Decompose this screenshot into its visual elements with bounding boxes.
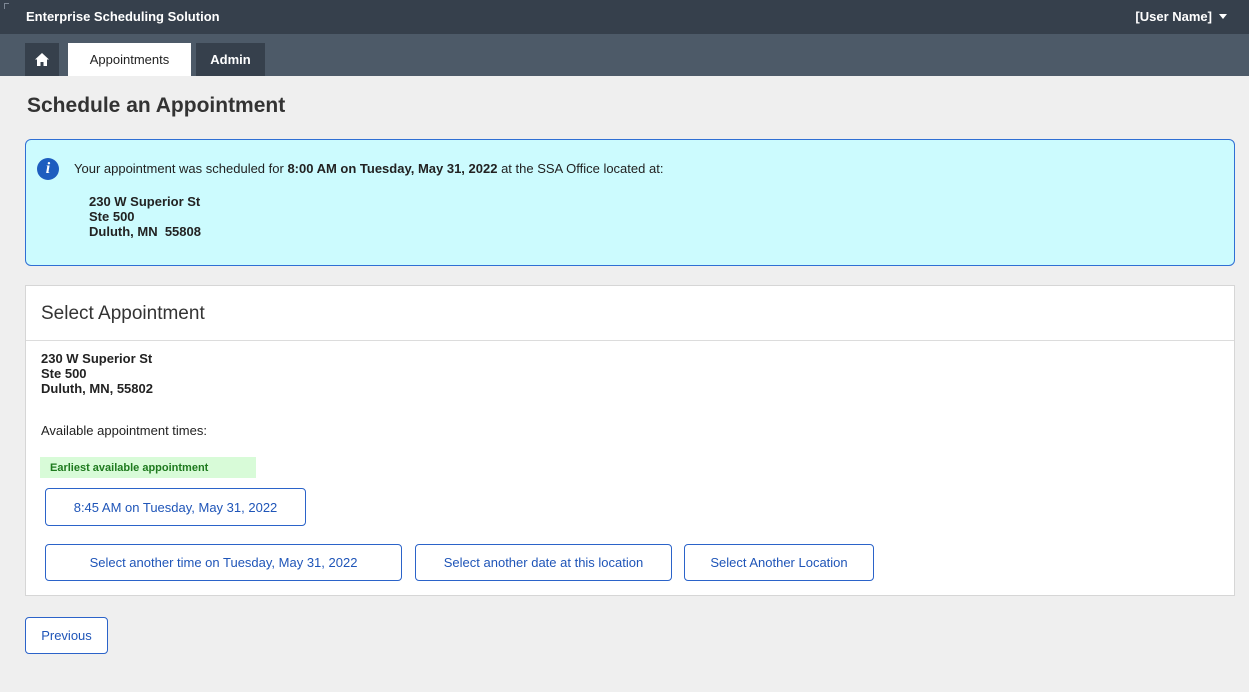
available-times-label: Available appointment times: [41,423,207,438]
alert-suffix: at the SSA Office located at: [497,161,664,176]
select-another-date-button[interactable]: Select another date at this location [415,544,672,581]
previous-button[interactable]: Previous [25,617,108,654]
nav-bar: Appointments Admin [0,34,1249,76]
office-address-line2: Ste 500 [41,366,87,381]
earliest-slot-button[interactable]: 8:45 AM on Tuesday, May 31, 2022 [45,488,306,526]
tab-admin[interactable]: Admin [196,43,265,76]
alert-prefix: Your appointment was scheduled for [74,161,288,176]
select-another-time-button[interactable]: Select another time on Tuesday, May 31, … [45,544,402,581]
alert-address-line1: 230 W Superior St [89,194,201,209]
info-icon: i [37,158,59,180]
home-button[interactable] [25,43,59,76]
earliest-available-badge: Earliest available appointment [40,457,256,478]
app-title: Enterprise Scheduling Solution [26,9,220,24]
office-address-line1: 230 W Superior St [41,351,153,366]
panel-title: Select Appointment [41,303,205,324]
page-title: Schedule an Appointment [27,94,286,117]
tab-appointments[interactable]: Appointments [68,43,191,76]
alert-address: 230 W Superior St Ste 500 Duluth, MN 558… [89,194,201,239]
caret-down-icon [1219,14,1227,19]
alert-datetime: 8:00 AM on Tuesday, May 31, 2022 [287,161,498,176]
office-address: 230 W Superior St Ste 500 Duluth, MN, 55… [41,351,153,396]
office-address-line3: Duluth, MN, 55802 [41,381,153,396]
select-another-location-button[interactable]: Select Another Location [684,544,874,581]
panel-header: Select Appointment [26,286,1234,341]
user-menu[interactable]: [User Name] [1135,9,1227,24]
alert-message: Your appointment was scheduled for 8:00 … [74,161,663,176]
select-appointment-panel: Select Appointment 230 W Superior St Ste… [25,285,1235,596]
confirmation-alert: i Your appointment was scheduled for 8:0… [25,139,1235,266]
app-header: Enterprise Scheduling Solution [User Nam… [0,0,1249,34]
alert-address-line3: Duluth, MN 55808 [89,224,201,239]
home-icon [35,53,49,66]
user-name: [User Name] [1135,9,1212,24]
window-corner-mark [4,3,9,9]
alert-address-line2: Ste 500 [89,209,135,224]
